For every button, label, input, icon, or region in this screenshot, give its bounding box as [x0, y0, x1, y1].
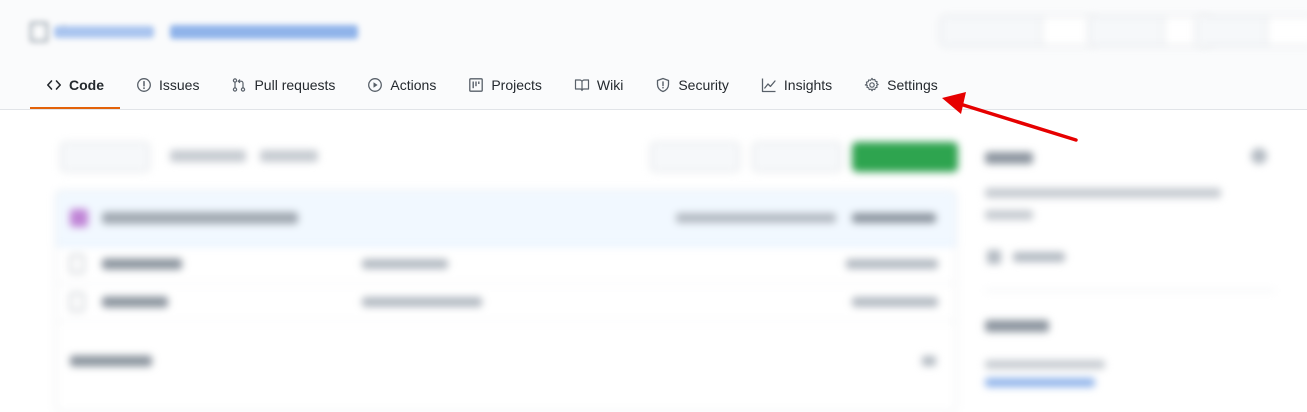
fork-button-group[interactable]	[1195, 16, 1307, 46]
project-icon	[468, 77, 484, 93]
repo-header: / Code	[0, 0, 1307, 110]
tab-issues-label: Issues	[159, 77, 200, 93]
about-description	[985, 188, 1221, 198]
play-icon	[367, 77, 383, 93]
file-list	[55, 190, 957, 412]
about-heading	[985, 152, 1033, 164]
readme-icon	[987, 250, 1001, 264]
table-row[interactable]	[56, 245, 956, 284]
code-icon	[46, 77, 62, 93]
branches-link[interactable]	[170, 150, 246, 162]
settings-gear-icon[interactable]	[1251, 148, 1267, 164]
tab-settings[interactable]: Settings	[848, 65, 954, 105]
graph-icon	[761, 77, 777, 93]
tab-projects[interactable]: Projects	[452, 65, 558, 105]
commit-message[interactable]	[102, 212, 298, 224]
watch-button[interactable]	[941, 17, 1042, 45]
about-sidebar	[985, 140, 1275, 400]
fork-count[interactable]	[1267, 17, 1307, 45]
watch-button-group[interactable]	[940, 16, 1095, 46]
tab-security-label: Security	[678, 77, 729, 93]
tab-wiki[interactable]: Wiki	[558, 65, 639, 105]
tab-projects-label: Projects	[491, 77, 542, 93]
shield-icon	[655, 77, 671, 93]
commit-meta[interactable]	[676, 213, 836, 223]
tags-link[interactable]	[260, 150, 318, 162]
file-icon	[70, 255, 84, 273]
readme-title	[70, 355, 152, 367]
file-name[interactable]	[102, 258, 182, 270]
go-to-file-button[interactable]	[650, 142, 740, 172]
tab-code[interactable]: Code	[30, 65, 120, 109]
tab-insights-label: Insights	[783, 77, 833, 93]
gear-icon	[864, 77, 880, 93]
latest-commit-bar	[56, 191, 956, 246]
releases-text	[985, 360, 1105, 369]
repo-tab-nav: Code Issues Pull requests Actions Projec…	[30, 65, 954, 109]
file-name[interactable]	[102, 296, 168, 308]
readme-header	[56, 331, 956, 391]
repo-owner-placeholder	[54, 26, 154, 38]
tab-settings-label: Settings	[887, 77, 938, 93]
releases-heading	[985, 320, 1049, 332]
create-release-link[interactable]	[985, 378, 1095, 387]
readme-link[interactable]	[1013, 252, 1065, 262]
tab-wiki-label: Wiki	[596, 77, 624, 93]
tab-pull-requests[interactable]: Pull requests	[215, 65, 351, 105]
file-icon	[70, 293, 84, 311]
tab-pull-requests-label: Pull requests	[254, 77, 336, 93]
avatar[interactable]	[70, 209, 88, 227]
star-button[interactable]	[1089, 17, 1164, 45]
table-row[interactable]	[56, 283, 956, 322]
file-age	[846, 259, 938, 269]
repo-icon	[30, 22, 48, 42]
repo-title: /	[30, 20, 358, 44]
commit-history-link[interactable]	[852, 213, 936, 223]
fork-button[interactable]	[1196, 17, 1267, 45]
tab-issues[interactable]: Issues	[120, 65, 215, 105]
file-toolbar	[60, 140, 960, 174]
tab-security[interactable]: Security	[639, 65, 745, 105]
branch-select[interactable]	[60, 142, 150, 172]
git-pull-request-icon	[231, 77, 247, 93]
tab-code-label: Code	[69, 77, 104, 93]
tab-actions-label: Actions	[390, 77, 437, 93]
repo-main-content	[0, 110, 1307, 412]
issue-opened-icon	[136, 77, 152, 93]
add-file-button[interactable]	[752, 142, 842, 172]
sidebar-divider	[985, 290, 1275, 291]
repo-name-placeholder	[170, 25, 358, 39]
tab-insights[interactable]: Insights	[745, 65, 848, 105]
file-age	[852, 297, 938, 307]
file-commit-message[interactable]	[362, 297, 482, 307]
list-icon[interactable]	[922, 356, 936, 366]
about-description-line-2	[985, 210, 1033, 220]
file-commit-message[interactable]	[362, 259, 448, 269]
book-icon	[574, 77, 590, 93]
code-download-button[interactable]	[852, 142, 958, 172]
tab-actions[interactable]: Actions	[351, 65, 452, 105]
watch-count[interactable]	[1042, 17, 1094, 45]
